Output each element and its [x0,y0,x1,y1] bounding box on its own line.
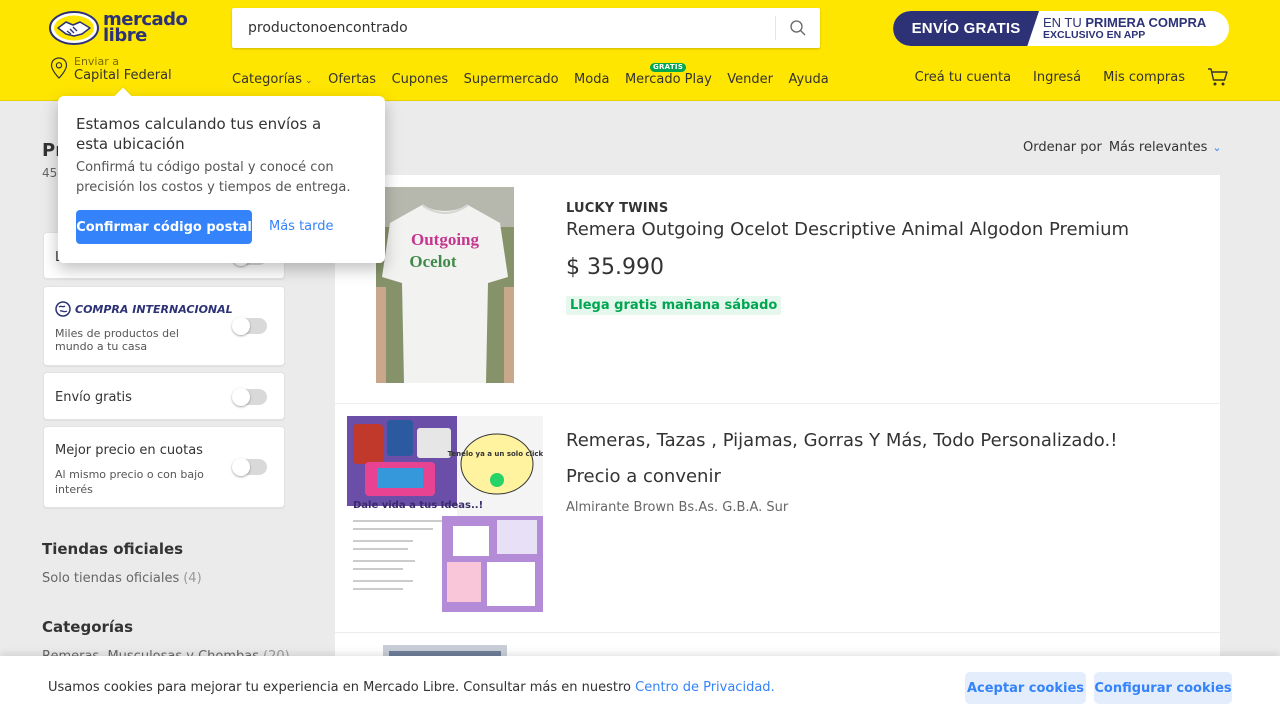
envio-gratis-label: Envío gratis [55,390,132,405]
popover-body: Confirmá tu código postal y conocé con p… [76,160,351,195]
shirt-print-line2: Ocelot [409,252,457,271]
promo-line1-prefix: EN TU [1043,14,1086,30]
results-count: 45 [42,166,58,180]
site-header: mercado libre ENVÍO GRATIS EN TU PRIMERA… [0,0,1280,101]
logo-wordmark: mercado libre [103,11,188,46]
chevron-down-icon: ⌄ [305,76,313,86]
my-purchases-link[interactable]: Mis compras [1103,70,1185,85]
product-title[interactable]: Remera Outgoing Ocelot Descriptive Anima… [566,219,1129,240]
privacy-center-link[interactable]: Centro de Privacidad. [635,680,775,695]
tshirt-photo: Outgoing Ocelot [376,187,514,383]
popover-title: Estamos calculando tus envíos a esta ubi… [76,115,322,153]
cookie-banner: Usamos cookies para mejorar tu experienc… [0,656,1280,720]
promo-line1-strong: PRIMERA COMPRA [1085,14,1207,30]
globe-icon [55,301,71,317]
chevron-down-icon[interactable]: ⌄ [1212,141,1221,154]
search-bar [232,8,820,48]
nav-categorias[interactable]: Categorías ⌄ [232,72,313,87]
promo-line2: EXCLUSIVO EN APP [1043,28,1146,41]
shipping-location-popover: Estamos calculando tus envíos a esta ubi… [58,96,385,263]
confirm-postal-code-button[interactable]: Confirmar código postal [76,210,252,244]
location-label: Enviar a [74,55,119,68]
filter-compra-internacional: COMPRA INTERNACIONAL Miles de productos … [43,286,285,366]
shirt-print-line1: Outgoing [411,230,480,249]
mejor-precio-sub: Al mismo precio o con bajo interés [55,468,204,496]
filter-mejor-precio-cuotas: Mejor precio en cuotas Al mismo precio o… [43,426,285,508]
mejor-precio-label: Mejor precio en cuotas [55,443,203,458]
later-button[interactable]: Más tarde [269,219,334,234]
product-brand: LUCKY TWINS [566,201,669,216]
signup-link[interactable]: Creá tu cuenta [915,70,1011,85]
accept-cookies-button[interactable]: Aceptar cookies [965,672,1086,704]
product-image[interactable]: Tenelo ya a un solo click! Dale vida a t… [347,416,543,612]
compra-internacional-toggle[interactable] [232,317,267,335]
cart-icon[interactable] [1207,67,1229,87]
nav-supermercado[interactable]: Supermercado [464,72,559,87]
sort-control: Ordenar por Más relevantes ⌄ [1023,140,1222,155]
gratis-badge: GRATIS [649,63,687,72]
promo-headline: Dale vida a tus Ideas..! [353,500,483,511]
nav-vender[interactable]: Vender [727,72,773,87]
categorias-heading: Categorías [42,618,134,636]
search-icon [790,20,806,36]
user-nav: Creá tu cuenta Ingresá Mis compras [893,67,1229,87]
search-button[interactable] [776,8,820,48]
cookie-text: Usamos cookies para mejorar tu experienc… [48,680,775,695]
nav-moda[interactable]: Moda [574,72,609,87]
tiendas-oficiales-heading: Tiendas oficiales [42,540,184,558]
nav-mercado-play[interactable]: GRATIS Mercado Play [625,63,712,87]
envio-gratis-toggle[interactable] [232,388,267,406]
result-item[interactable]: Tenelo ya a un solo click! Dale vida a t… [335,404,1220,633]
promo-text: EN TU PRIMERA COMPRA EXCLUSIVO EN APP [1039,16,1206,42]
solo-tiendas-oficiales-link[interactable]: Solo tiendas oficiales (4) [42,571,202,586]
nav-cupones[interactable]: Cupones [392,72,449,87]
product-price: Precio a convenir [566,466,721,487]
promo-bubble-text: Tenelo ya a un solo click! [448,450,543,458]
compra-internacional-sub: Miles de productos del mundo a tu casa [55,327,179,353]
nav-ofertas[interactable]: Ofertas [328,72,376,87]
filter-envio-gratis: Envío gratis [43,372,285,420]
shipping-location[interactable]: Enviar a Capital Federal [50,56,172,84]
results-list: Outgoing Ocelot LUCKY TWINS Remera Outgo… [335,175,1220,720]
main-nav: Categorías ⌄ Ofertas Cupones Supermercado… [232,63,844,87]
handshake-logo-icon [49,11,99,45]
product-image[interactable]: Outgoing Ocelot [376,187,514,383]
mejor-precio-toggle[interactable] [232,458,267,476]
location-pin-icon [50,57,68,79]
result-item[interactable]: Outgoing Ocelot LUCKY TWINS Remera Outgo… [335,175,1220,404]
sort-label: Ordenar por [1023,140,1102,155]
logo-word-2: libre [103,25,147,46]
compra-internacional-title: COMPRA INTERNACIONAL [55,301,233,317]
mercadolibre-logo[interactable]: mercado libre [49,10,189,46]
nav-ayuda[interactable]: Ayuda [789,72,829,87]
location-city: Capital Federal [74,68,172,83]
sort-dropdown[interactable]: Más relevantes [1109,140,1208,155]
search-input[interactable] [232,8,775,48]
product-price: $ 35.990 [566,255,664,280]
promo-badge: ENVÍO GRATIS [893,11,1039,46]
product-location: Almirante Brown Bs.As. G.B.A. Sur [566,500,789,515]
personalized-products-photo: Tenelo ya a un solo click! Dale vida a t… [347,416,543,612]
product-title[interactable]: Remeras, Tazas , Pijamas, Gorras Y Más, … [566,430,1117,451]
login-link[interactable]: Ingresá [1033,70,1081,85]
free-shipping-promo-banner[interactable]: ENVÍO GRATIS EN TU PRIMERA COMPRA EXCLUS… [893,11,1229,46]
configure-cookies-button[interactable]: Configurar cookies [1094,672,1232,704]
free-shipping-badge: Llega gratis mañana sábado [566,296,782,315]
